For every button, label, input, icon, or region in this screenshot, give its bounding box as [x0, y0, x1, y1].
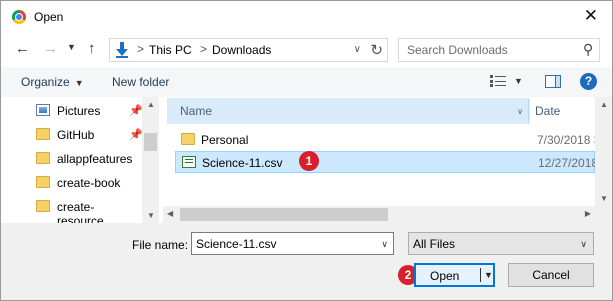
scroll-up-icon[interactable]: ▲ [600, 100, 608, 109]
forward-arrow-icon[interactable]: → [43, 40, 58, 57]
command-bar: Organize ▼ New folder ▼ ? [1, 67, 612, 97]
folder-icon [36, 128, 50, 140]
chevron-down-icon: ▼ [74, 78, 84, 88]
pictures-icon [36, 104, 50, 116]
cancel-button[interactable]: Cancel [508, 263, 594, 287]
scrollbar-corner [595, 206, 612, 223]
pin-icon[interactable]: 📌 [129, 104, 143, 117]
nav-item-github[interactable]: GitHub 📌 [1, 123, 143, 147]
address-bar[interactable]: > This PC > Downloads ∨ ↻ [109, 38, 388, 62]
nav-item-create-book[interactable]: create-book [1, 171, 141, 195]
file-date: 12/27/2018 [538, 156, 599, 170]
organize-button[interactable]: Organize ▼ [21, 75, 84, 89]
file-name: Science-11.csv [202, 156, 283, 170]
file-type-select[interactable]: All Files ∨ [408, 232, 594, 255]
nav-scrollbar[interactable]: ▲ ▼ [142, 97, 159, 223]
address-dropdown-icon[interactable]: ∨ [354, 44, 361, 55]
search-placeholder: Search Downloads [407, 43, 508, 57]
file-name: Personal [201, 133, 249, 147]
nav-item-pictures[interactable]: Pictures 📌 [1, 99, 143, 123]
folder-icon [36, 152, 50, 164]
back-arrow-icon[interactable]: ← [15, 40, 30, 57]
dialog-footer: File name: Science-11.csv ∨ All Files ∨ … [1, 223, 612, 300]
nav-item-label: GitHub [57, 128, 95, 142]
dialog-title: Open [34, 10, 64, 24]
chevron-down-icon[interactable]: ∨ [381, 239, 388, 250]
change-view-icon[interactable] [490, 75, 506, 87]
address-row: ← → ▼ ↑ > This PC > Downloads ∨ ↻ Search… [1, 33, 612, 67]
folder-icon [36, 176, 50, 188]
breadcrumb-downloads[interactable]: Downloads [212, 43, 271, 57]
scroll-right-icon[interactable]: ▶ [585, 209, 591, 218]
open-options-chevron-icon[interactable]: ▼ [484, 270, 493, 280]
column-header-date[interactable]: Date [535, 104, 560, 118]
open-button-label: Open [430, 269, 460, 283]
column-divider[interactable] [529, 99, 530, 121]
recent-locations-chevron-icon[interactable]: ▼ [67, 42, 76, 52]
scroll-up-icon[interactable]: ▲ [147, 100, 155, 109]
view-options-chevron-icon[interactable]: ▼ [514, 76, 523, 86]
search-input[interactable]: Search Downloads ⚲ [398, 38, 600, 62]
download-location-icon [116, 42, 128, 58]
column-name-label: Name [180, 104, 213, 118]
file-type-value: All Files [413, 237, 456, 251]
file-date: 7/30/2018 3 [537, 133, 601, 147]
file-list-vertical-scrollbar[interactable]: ▲ ▼ [595, 97, 612, 206]
pin-icon[interactable]: 📌 [129, 128, 143, 141]
file-row-science-11[interactable]: Science-11.csv 12/27/2018 [175, 151, 599, 173]
open-button[interactable]: Open ▼ [414, 263, 495, 287]
chrome-icon [12, 10, 26, 24]
folder-icon [36, 200, 50, 212]
file-list-horizontal-scrollbar[interactable]: ◀ ▶ [163, 206, 595, 223]
scroll-left-icon[interactable]: ◀ [167, 209, 173, 218]
csv-file-icon [182, 156, 196, 168]
nav-item-label: create-book [57, 176, 121, 190]
column-header-row: Name ∨ Date [163, 97, 595, 124]
breadcrumb-this-pc[interactable]: This PC [149, 43, 192, 57]
organize-label: Organize [21, 75, 70, 89]
file-name-input[interactable]: Science-11.csv ∨ [191, 232, 394, 255]
scroll-thumb[interactable] [144, 133, 157, 151]
close-icon[interactable]: ✕ [584, 6, 598, 26]
column-header-name[interactable]: Name ∨ [167, 98, 529, 124]
file-row-personal[interactable]: Personal 7/30/2018 3 [175, 129, 600, 151]
chevron-down-icon[interactable]: ∨ [580, 239, 587, 250]
scroll-thumb[interactable] [180, 208, 388, 221]
file-name-label: File name: [132, 238, 189, 252]
nav-item-create-resource[interactable]: create-resource [1, 195, 141, 228]
step-badge-1: 1 [299, 151, 319, 171]
search-icon[interactable]: ⚲ [583, 41, 593, 58]
title-bar: Open ✕ [1, 1, 612, 33]
scroll-down-icon[interactable]: ▼ [600, 194, 608, 203]
help-icon[interactable]: ? [580, 73, 597, 90]
navigation-pane: Pictures 📌 GitHub 📌 allappfeatures creat… [1, 97, 159, 228]
preview-pane-icon[interactable] [545, 75, 561, 88]
up-arrow-icon[interactable]: ↑ [88, 40, 96, 57]
folder-icon [181, 133, 195, 145]
scroll-down-icon[interactable]: ▼ [147, 211, 155, 220]
split-divider [480, 268, 481, 282]
refresh-icon[interactable]: ↻ [370, 41, 383, 59]
breadcrumb-separator: > [137, 42, 145, 56]
breadcrumb-separator: > [200, 42, 208, 56]
nav-item-label: Pictures [57, 104, 101, 118]
nav-item-allappfeatures[interactable]: allappfeatures [1, 147, 141, 171]
open-dialog: Open ✕ ← → ▼ ↑ > This PC > Downloads ∨ ↻… [0, 0, 613, 301]
file-list: Name ∨ Date Personal 7/30/2018 3 Science… [163, 97, 612, 223]
nav-item-label: allappfeatures [57, 152, 133, 166]
sort-chevron-icon[interactable]: ∨ [517, 107, 523, 116]
file-name-value: Science-11.csv [196, 237, 277, 251]
new-folder-button[interactable]: New folder [112, 75, 169, 89]
